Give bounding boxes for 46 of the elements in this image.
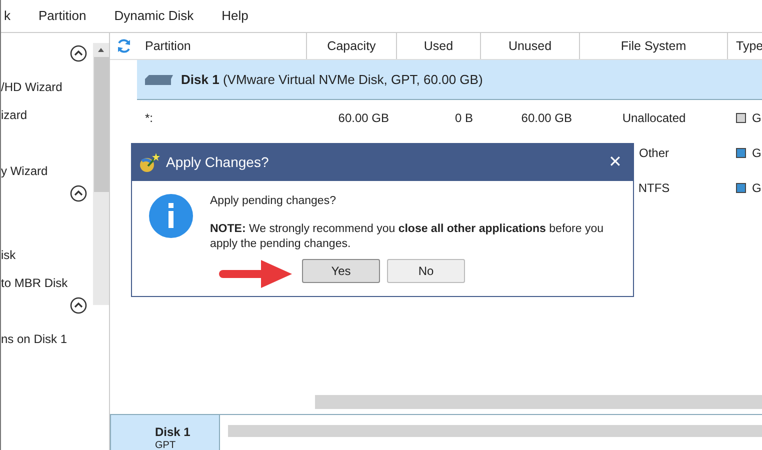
menu-item[interactable]: Dynamic Disk bbox=[114, 6, 194, 26]
menu-item[interactable]: Help bbox=[222, 6, 248, 26]
dialog-button[interactable]: No bbox=[387, 259, 465, 284]
disk-label: Disk 1 (VMware Virtual NVMe Disk, GPT, 60.00 GB) bbox=[181, 70, 483, 89]
table-cell-text: G bbox=[752, 110, 762, 126]
table-cell: *: bbox=[145, 110, 154, 124]
table-cell: Unallocated bbox=[622, 110, 686, 124]
dialog-button[interactable]: Yes bbox=[302, 259, 380, 284]
info-icon bbox=[149, 194, 193, 238]
sidebar-item[interactable]: to MBR Disk bbox=[1, 274, 68, 292]
dialog-question: Apply pending changes? bbox=[210, 194, 337, 209]
sidebar-item[interactable]: isk bbox=[1, 246, 16, 264]
collapse-icon[interactable] bbox=[70, 297, 87, 314]
disk-map-name: Disk 1 bbox=[155, 425, 192, 439]
table-cell: NTFS bbox=[638, 180, 670, 194]
disk-row[interactable]: Disk 1 (VMware Virtual NVMe Disk, GPT, 60.00 GB) bbox=[137, 60, 762, 100]
sidebar-item[interactable]: y Wizard bbox=[1, 162, 48, 180]
scroll-thumb[interactable] bbox=[94, 57, 108, 192]
column-header[interactable]: File System bbox=[580, 33, 728, 59]
table-cell: 0 B bbox=[454, 110, 473, 124]
table-cell: 60.00 GB bbox=[338, 110, 389, 124]
table-cell: Other bbox=[638, 146, 669, 160]
scrollbar[interactable] bbox=[93, 43, 109, 305]
menu-item[interactable]: k bbox=[4, 6, 10, 26]
collapse-icon[interactable] bbox=[70, 185, 87, 202]
scroll-up-icon[interactable] bbox=[97, 46, 105, 54]
sidebar-item[interactable]: /HD Wizard bbox=[1, 78, 62, 96]
disk-map-header[interactable]: Disk 1 GPT bbox=[111, 415, 219, 450]
wand-icon bbox=[138, 152, 160, 174]
column-header[interactable]: Capacity bbox=[307, 33, 397, 59]
close-button[interactable]: ✕ bbox=[603, 150, 627, 174]
refresh-icon[interactable] bbox=[116, 38, 132, 54]
horizontal-scrollbar[interactable] bbox=[315, 395, 762, 409]
table-cell-text: G bbox=[752, 144, 762, 162]
column-header[interactable]: Unused bbox=[481, 33, 580, 59]
sidebar-item[interactable]: izard bbox=[1, 106, 28, 124]
column-header[interactable]: Partition bbox=[137, 33, 307, 59]
column-header[interactable]: Used bbox=[397, 33, 481, 59]
disk-map-style: GPT bbox=[155, 439, 177, 450]
table-cell: 60.00 GB bbox=[521, 110, 572, 124]
table-cell-text: G bbox=[752, 180, 762, 196]
dialog-note: NOTE: We strongly recommend you close all other applications before you apply the pending changes. bbox=[210, 222, 604, 252]
collapse-icon[interactable] bbox=[70, 45, 87, 62]
dialog-title: Apply Changes? bbox=[166, 153, 270, 172]
menu-item[interactable]: Partition bbox=[38, 6, 86, 26]
sidebar-item[interactable]: ns on Disk 1 bbox=[1, 330, 68, 348]
